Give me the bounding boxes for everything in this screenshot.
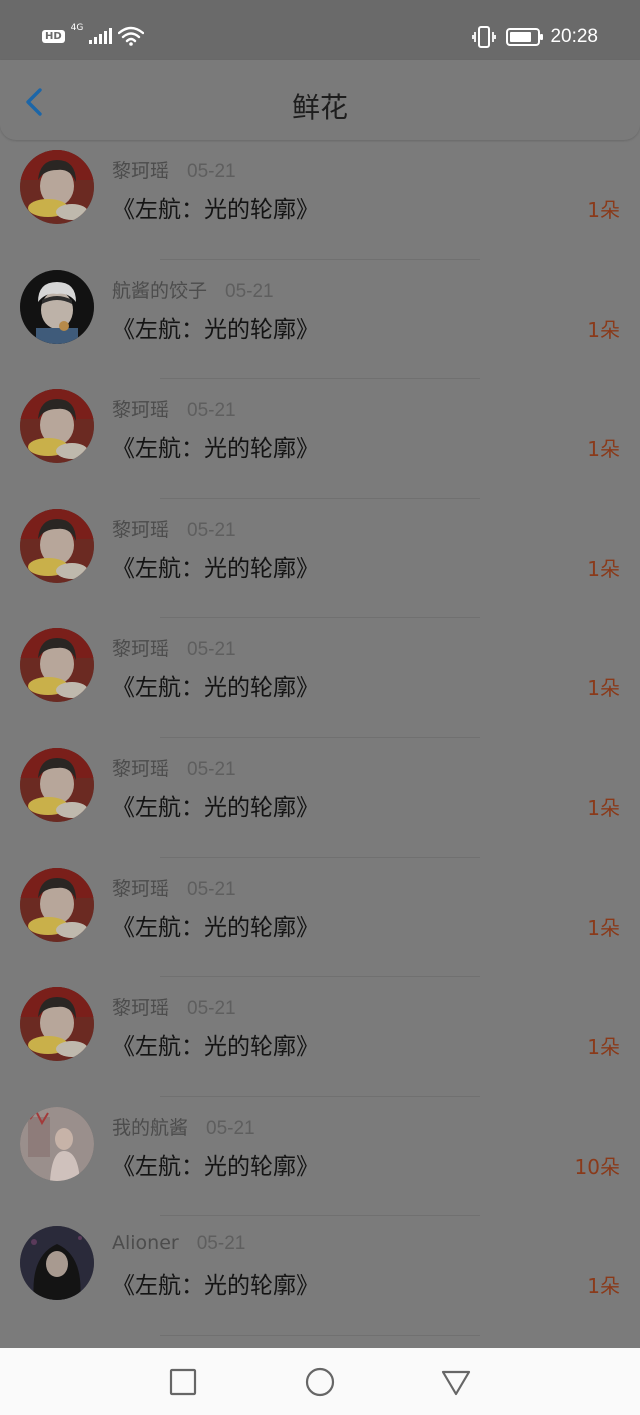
username[interactable]: 我的航酱: [112, 1113, 188, 1140]
page-title: 鲜花: [291, 91, 348, 124]
square-icon[interactable]: [167, 1366, 199, 1398]
system-nav-bar: [0, 1348, 640, 1415]
username[interactable]: 黎珂瑶: [112, 993, 169, 1020]
gift-row[interactable]: 黎珂瑶 05-21 《左航：光的轮廓》 1朵: [0, 499, 640, 619]
gift-row[interactable]: 黎珂瑶 05-21 《左航：光的轮廓》 1朵: [0, 140, 640, 260]
avatar[interactable]: [20, 269, 94, 344]
book-title[interactable]: 《左航：光的轮廓》: [112, 1266, 319, 1300]
flower-count: 10朵: [574, 1154, 620, 1179]
gift-row[interactable]: 黎珂瑶 05-21 《左航：光的轮廓》 1朵: [0, 738, 640, 858]
status-bar: HD 4G 20:28: [0, 0, 640, 60]
gift-date: 05-21: [206, 1117, 255, 1139]
book-title[interactable]: 《左航：光的轮廓》: [112, 549, 319, 583]
gift-date: 05-21: [187, 400, 236, 422]
gift-row[interactable]: 航酱的饺子 05-21 《左航：光的轮廓》 1朵: [0, 260, 640, 380]
gift-row[interactable]: 我的航酱 05-21 《左航：光的轮廓》 10朵: [0, 1097, 640, 1217]
gift-row[interactable]: 黎珂瑶 05-21 《左航：光的轮廓》 1朵: [0, 858, 640, 978]
gift-row[interactable]: Alioner 05-21 《左航：光的轮廓》 1朵: [0, 1216, 640, 1336]
gift-date: 05-21: [225, 280, 274, 302]
username[interactable]: 航酱的饺子: [112, 276, 207, 303]
book-title[interactable]: 《左航：光的轮廓》: [112, 788, 319, 822]
gift-date: 05-21: [187, 878, 236, 900]
username[interactable]: 黎珂瑶: [112, 754, 169, 781]
vibrate-icon: [472, 26, 497, 48]
gift-row[interactable]: 黎珂瑶 05-21 《左航：光的轮廓》 1朵: [0, 618, 640, 738]
triangle-back-icon[interactable]: [440, 1366, 472, 1398]
avatar[interactable]: [20, 987, 94, 1062]
avatar[interactable]: [20, 628, 94, 703]
row-meta: 黎珂瑶 05-21: [112, 515, 236, 542]
avatar[interactable]: [20, 867, 94, 942]
book-title[interactable]: 《左航：光的轮廓》: [112, 310, 319, 344]
username[interactable]: 黎珂瑶: [112, 874, 169, 901]
circle-icon[interactable]: [304, 1366, 336, 1398]
gift-date: 05-21: [196, 1233, 246, 1255]
row-meta: 航酱的饺子 05-21: [112, 276, 274, 303]
avatar[interactable]: [20, 150, 94, 224]
status-right: 20:28: [472, 26, 598, 48]
signal-icon: [89, 28, 113, 44]
row-meta: 黎珂瑶 05-21: [112, 754, 236, 781]
row-meta: 我的航酱 05-21: [112, 1113, 255, 1140]
book-title[interactable]: 《左航：光的轮廓》: [112, 908, 319, 942]
row-meta: 黎珂瑶 05-21: [112, 634, 236, 661]
username[interactable]: 黎珂瑶: [112, 634, 169, 661]
gift-row[interactable]: 黎珂瑶 05-21 《左航：光的轮廓》 1朵: [0, 379, 640, 499]
book-title[interactable]: 《左航：光的轮廓》: [112, 1147, 319, 1181]
gift-row[interactable]: 黎珂瑶 05-21 《左航：光的轮廓》 1朵: [0, 977, 640, 1097]
gift-date: 05-21: [187, 998, 236, 1020]
flower-count: 1朵: [587, 1274, 620, 1299]
row-meta: 黎珂瑶 05-21: [112, 874, 236, 901]
row-meta: 黎珂瑶 05-21: [112, 156, 236, 183]
username[interactable]: 黎珂瑶: [112, 515, 169, 542]
gift-date: 05-21: [187, 519, 236, 541]
book-title[interactable]: 《左航：光的轮廓》: [112, 1027, 319, 1061]
gift-list[interactable]: 黎珂瑶 05-21 《左航：光的轮廓》 1朵 航酱的饺子 05-21 《左航：光的轮廓》 1朵…: [0, 140, 640, 1348]
row-divider: [160, 1334, 480, 1336]
flower-count: 1朵: [587, 556, 620, 581]
status-left: HD 4G: [42, 23, 145, 46]
book-title[interactable]: 《左航：光的轮廓》: [112, 190, 319, 224]
avatar[interactable]: [20, 389, 94, 464]
flower-count: 1朵: [587, 915, 620, 940]
avatar[interactable]: [20, 1106, 94, 1181]
row-meta: 黎珂瑶 05-21: [112, 993, 236, 1020]
avatar[interactable]: [20, 747, 94, 822]
gift-date: 05-21: [187, 161, 236, 182]
header-bar: 鲜花: [0, 60, 640, 140]
flower-count: 1朵: [587, 795, 620, 820]
battery-icon: [506, 28, 544, 46]
gift-date: 05-21: [187, 639, 236, 661]
username[interactable]: Alioner: [112, 1232, 179, 1254]
avatar[interactable]: [20, 1226, 94, 1301]
book-title[interactable]: 《左航：光的轮廓》: [112, 668, 319, 702]
username[interactable]: 黎珂瑶: [112, 395, 169, 422]
hd-badge: HD: [42, 29, 65, 43]
flower-count: 1朵: [587, 1035, 620, 1060]
book-title[interactable]: 《左航：光的轮廓》: [112, 429, 319, 463]
row-meta: Alioner 05-21: [112, 1232, 245, 1255]
username[interactable]: 黎珂瑶: [112, 156, 169, 183]
row-meta: 黎珂瑶 05-21: [112, 395, 236, 422]
flower-count: 1朵: [587, 317, 620, 342]
flower-count: 1朵: [587, 676, 620, 701]
avatar[interactable]: [20, 508, 94, 583]
flower-count: 1朵: [587, 437, 620, 462]
clock: 20:28: [550, 26, 598, 47]
network-type: 4G: [70, 23, 84, 33]
gift-date: 05-21: [187, 758, 236, 780]
flower-count: 1朵: [587, 198, 620, 222]
wifi-icon: [118, 26, 145, 46]
